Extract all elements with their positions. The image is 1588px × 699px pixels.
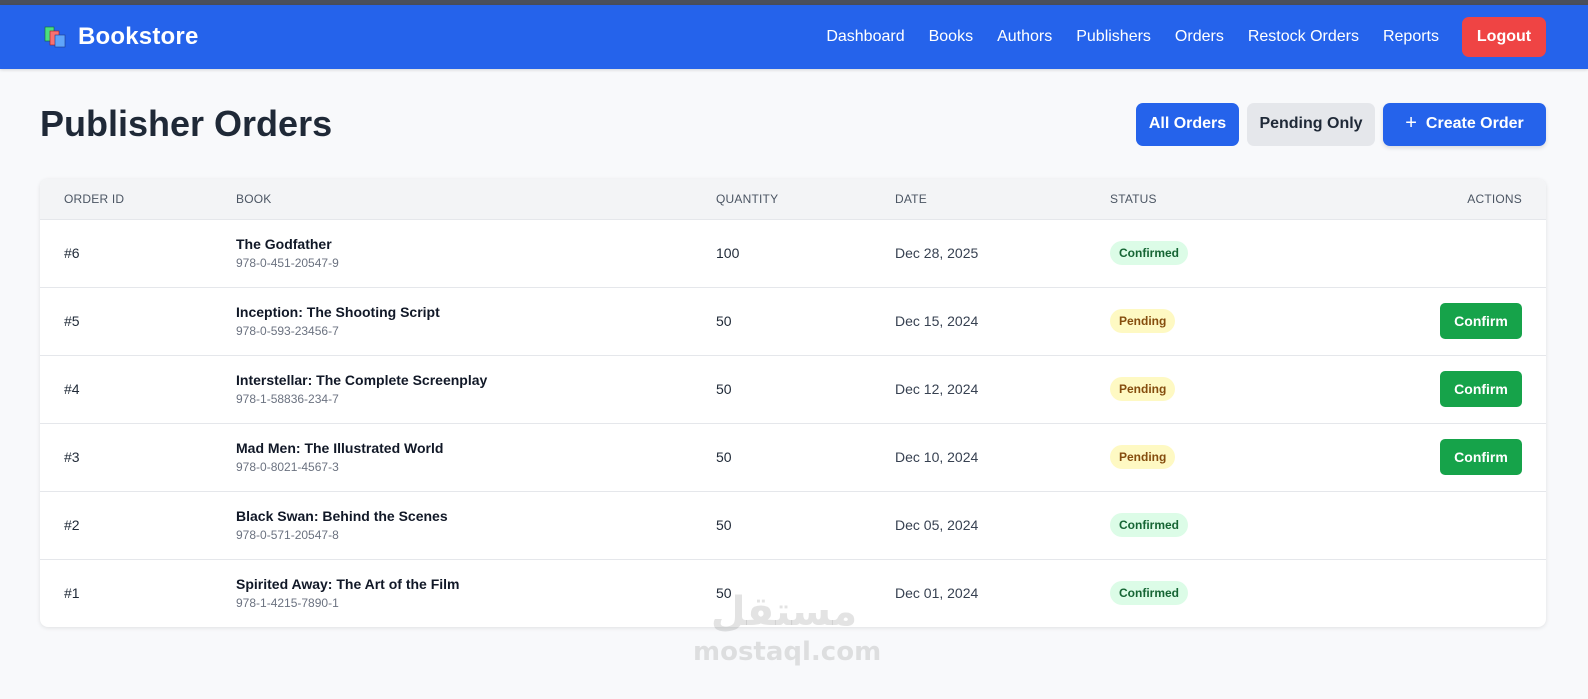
status-cell: Confirmed — [1110, 559, 1310, 627]
pending-only-button[interactable]: Pending Only — [1247, 102, 1375, 146]
table-row: #5 Inception: The Shooting Script 978-0-59… — [40, 287, 1546, 355]
nav-dashboard[interactable]: Dashboard — [826, 28, 904, 46]
book-cell: Inception: The Shooting Script 978-0-593-… — [236, 287, 716, 355]
nav-links: Dashboard Books Authors Publishers Order… — [802, 17, 1546, 57]
book-title: The Godfather — [236, 236, 332, 252]
header-order-id: ORDER ID — [64, 191, 125, 206]
book-cell: Interstellar: The Complete Screenplay 978… — [236, 355, 716, 423]
header-actions: ACTIONS — [1467, 191, 1522, 206]
header-quantity: QUANTITY — [716, 191, 779, 206]
book-cell: Mad Men: The Illustrated World 978-0-8021… — [236, 423, 716, 491]
book-isbn: 978-0-451-20547-9 — [236, 256, 339, 270]
table-row: #4 Interstellar: The Complete Screenplay 9… — [40, 355, 1546, 423]
table-row: #1 Spirited Away: The Art of the Film 978-… — [40, 559, 1546, 627]
nav-books[interactable]: Books — [929, 28, 973, 46]
plus-icon: + — [1405, 112, 1417, 134]
status-cell: Confirmed — [1110, 219, 1310, 287]
quantity: 50 — [716, 313, 732, 329]
status-badge: Pending — [1110, 309, 1176, 333]
actions-cell: Confirm — [1310, 287, 1546, 355]
table-header-row: ORDER ID BOOK QUANTITY DATE STATUS ACTIO… — [40, 179, 1546, 219]
status-badge: Confirmed — [1110, 581, 1188, 606]
actions-cell — [1310, 559, 1546, 627]
book-title: Black Swan: Behind the Scenes — [236, 508, 448, 524]
quantity: 50 — [716, 381, 732, 397]
brand-title: Bookstore — [78, 23, 199, 50]
book-isbn: 978-0-571-20547-8 — [236, 528, 339, 542]
book-isbn: 978-0-593-23456-7 — [236, 324, 339, 338]
book-title: Mad Men: The Illustrated World — [236, 440, 444, 456]
order-id: #6 — [64, 245, 80, 261]
header-actions: All Orders Pending Only + Create Order — [1136, 102, 1546, 146]
nav-restock-orders[interactable]: Restock Orders — [1248, 28, 1359, 46]
order-date: Dec 05, 2024 — [895, 517, 979, 533]
watermark-latin: mostaql.com — [693, 637, 882, 667]
status-cell: Pending — [1110, 355, 1310, 423]
quantity: 50 — [716, 449, 732, 465]
order-id: #1 — [64, 585, 80, 602]
table-row: #3 Mad Men: The Illustrated World 978-0-80… — [40, 423, 1546, 491]
book-title: Inception: The Shooting Script — [236, 304, 440, 320]
nav-authors[interactable]: Authors — [997, 28, 1052, 46]
confirm-button[interactable]: Confirm — [1440, 439, 1522, 475]
book-cell: Black Swan: Behind the Scenes 978-0-571-2… — [236, 491, 716, 559]
confirm-button[interactable]: Confirm — [1440, 371, 1522, 407]
nav-orders[interactable]: Orders — [1175, 28, 1224, 46]
books-icon — [44, 26, 66, 48]
page-title: Publisher Orders — [40, 103, 333, 144]
header-book: BOOK — [236, 191, 272, 206]
table-row: #2 Black Swan: Behind the Scenes 978-0-571… — [40, 491, 1546, 559]
order-id: #5 — [64, 313, 80, 329]
status-badge: Pending — [1110, 377, 1176, 401]
logout-button[interactable]: Logout — [1462, 17, 1546, 57]
create-order-label: Create Order — [1425, 115, 1524, 132]
table-row: #6 The Godfather 978-0-451-20547-9 100 Dec 2… — [40, 219, 1546, 287]
order-id: #3 — [64, 449, 80, 465]
book-isbn: 978-1-58836-234-7 — [236, 392, 339, 406]
actions-cell: Confirm — [1310, 355, 1546, 423]
actions-cell: Confirm — [1310, 423, 1546, 491]
book-isbn: 978-1-4215-7890-1 — [236, 596, 339, 611]
header-date: DATE — [895, 191, 927, 206]
book-isbn: 978-0-8021-4567-3 — [236, 460, 339, 474]
status-badge: Confirmed — [1110, 241, 1188, 265]
order-id: #4 — [64, 381, 80, 397]
status-cell: Pending — [1110, 423, 1310, 491]
order-date: Dec 12, 2024 — [895, 381, 979, 397]
status-badge: Pending — [1110, 445, 1176, 469]
book-cell: The Godfather 978-0-451-20547-9 — [236, 219, 716, 287]
orders-table-card: ORDER ID BOOK QUANTITY DATE STATUS ACTIO… — [40, 179, 1546, 627]
all-orders-button[interactable]: All Orders — [1136, 102, 1239, 146]
book-cell: Spirited Away: The Art of the Film 978-1-… — [236, 559, 716, 627]
actions-cell — [1310, 491, 1546, 559]
brand[interactable]: Bookstore — [44, 23, 199, 51]
quantity: 100 — [716, 245, 740, 261]
quantity: 50 — [716, 517, 732, 533]
quantity: 50 — [716, 585, 732, 602]
status-cell: Pending — [1110, 287, 1310, 355]
table-body: #6 The Godfather 978-0-451-20547-9 100 Dec 2… — [40, 219, 1546, 627]
navbar: Bookstore Dashboard Books Authors Publis… — [0, 5, 1588, 69]
book-title: Interstellar: The Complete Screenplay — [236, 372, 488, 388]
status-cell: Confirmed — [1110, 491, 1310, 559]
confirm-button[interactable]: Confirm — [1440, 303, 1522, 339]
header-status: STATUS — [1110, 191, 1157, 206]
order-date: Dec 15, 2024 — [895, 313, 979, 329]
order-date: Dec 01, 2024 — [895, 585, 979, 602]
status-badge: Confirmed — [1110, 513, 1188, 537]
orders-table: ORDER ID BOOK QUANTITY DATE STATUS ACTIO… — [40, 179, 1546, 627]
order-date: Dec 10, 2024 — [895, 449, 979, 465]
order-date: Dec 28, 2025 — [895, 245, 979, 261]
actions-cell — [1310, 219, 1546, 287]
nav-reports[interactable]: Reports — [1383, 28, 1439, 46]
page-header: Publisher Orders All Orders Pending Only… — [0, 69, 1588, 179]
book-title: Spirited Away: The Art of the Film — [236, 576, 460, 593]
order-id: #2 — [64, 517, 80, 533]
nav-publishers[interactable]: Publishers — [1076, 28, 1151, 46]
create-order-button[interactable]: + Create Order — [1383, 102, 1546, 146]
